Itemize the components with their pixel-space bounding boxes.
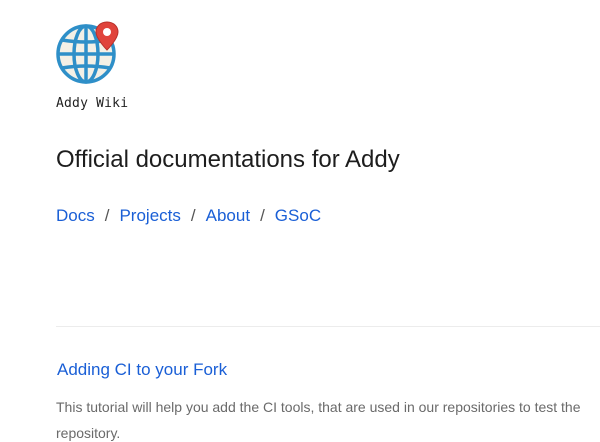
- nav-link-gsoc[interactable]: GSoC: [275, 206, 321, 225]
- nav-link-projects[interactable]: Projects: [119, 206, 180, 225]
- nav-link-docs[interactable]: Docs: [56, 206, 95, 225]
- globe-with-map-pin-icon[interactable]: [56, 20, 120, 84]
- post-excerpt-line: repository.: [56, 425, 121, 441]
- nav-separator: /: [260, 206, 265, 225]
- nav-separator: /: [190, 206, 196, 225]
- post-title-link[interactable]: Adding CI to your Fork: [57, 360, 227, 380]
- nav-link-about[interactable]: About: [206, 206, 250, 225]
- nav-separator: /: [104, 206, 110, 225]
- post-excerpt-line: This tutorial will help you add the CI t…: [56, 399, 581, 415]
- site-tagline: Official documentations for Addy: [56, 146, 400, 173]
- section-divider: [56, 326, 600, 327]
- main-nav: Docs / Projects / About / GSoC: [56, 206, 321, 226]
- site-name[interactable]: Addy Wiki: [56, 96, 128, 111]
- post-excerpt: This tutorial will help you add the CI t…: [56, 394, 600, 442]
